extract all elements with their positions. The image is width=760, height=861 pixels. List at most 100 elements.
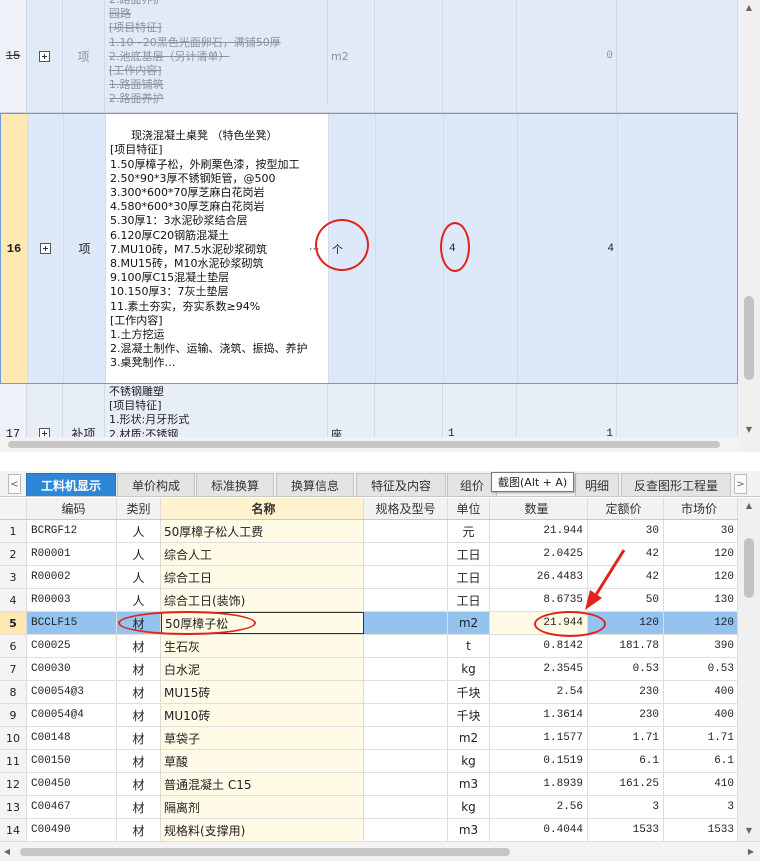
material-market-price[interactable]: 400	[664, 681, 738, 703]
material-quota-price[interactable]: 30	[588, 520, 664, 542]
item-unit[interactable]: m2	[328, 0, 375, 112]
header-code[interactable]: 编码	[27, 498, 117, 519]
plus-box-icon[interactable]	[39, 50, 50, 62]
material-name[interactable]: 规格料(支撑用)	[161, 819, 364, 841]
material-market-price[interactable]: 120	[664, 612, 738, 634]
plus-box-icon[interactable]	[40, 243, 51, 254]
table-row[interactable]: 14 C00490 材规格料(支撑用) m3 0.4044 1533 1533	[0, 819, 738, 841]
material-market-price[interactable]: 0.53	[664, 658, 738, 680]
tab-features-content[interactable]: 特征及内容	[356, 473, 446, 496]
material-code[interactable]: C00490	[27, 819, 117, 841]
material-name[interactable]: 综合人工	[161, 543, 364, 565]
expand-icon[interactable]	[28, 114, 64, 383]
material-code[interactable]: C00150	[27, 750, 117, 772]
scroll-down-icon[interactable]: ▼	[738, 826, 760, 835]
material-spec[interactable]	[364, 543, 448, 565]
blank-cell[interactable]	[618, 114, 738, 383]
material-market-price[interactable]: 3	[664, 796, 738, 818]
material-unit[interactable]: m3	[448, 773, 490, 795]
material-quantity[interactable]: 2.0425	[490, 543, 588, 565]
material-quota-price[interactable]: 1.71	[588, 727, 664, 749]
table-row[interactable]: 12 C00450 材普通混凝土 C15 m3 1.8939 161.25 410	[0, 773, 738, 796]
scroll-right-icon[interactable]: ▶	[744, 847, 758, 856]
material-quantity[interactable]: 2.3545	[490, 658, 588, 680]
material-unit[interactable]: 工日	[448, 589, 490, 611]
tab-standard-conversion[interactable]: 标准换算	[196, 473, 274, 496]
material-unit[interactable]: 元	[448, 520, 490, 542]
material-name[interactable]: MU10砖	[161, 704, 364, 726]
material-quota-price[interactable]: 50	[588, 589, 664, 611]
scroll-down-icon[interactable]: ▼	[738, 425, 760, 434]
material-spec[interactable]	[364, 658, 448, 680]
tab-conversion-info[interactable]: 换算信息	[276, 473, 354, 496]
material-category[interactable]: 材	[117, 612, 161, 634]
material-quantity[interactable]: 0.1519	[490, 750, 588, 772]
material-quota-price[interactable]: 6.1	[588, 750, 664, 772]
material-market-price[interactable]: 130	[664, 589, 738, 611]
material-quota-price[interactable]: 42	[588, 543, 664, 565]
scroll-up-icon[interactable]: ▲	[738, 3, 760, 12]
material-quota-price[interactable]: 42	[588, 566, 664, 588]
material-code[interactable]: C00054@4	[27, 704, 117, 726]
material-quantity[interactable]: 21.944	[490, 612, 588, 634]
material-unit[interactable]: 千块	[448, 704, 490, 726]
material-code[interactable]: C00030	[27, 658, 117, 680]
material-unit[interactable]: 工日	[448, 566, 490, 588]
material-category[interactable]: 人	[117, 520, 161, 542]
material-name[interactable]: 50厚樟子松	[161, 612, 364, 634]
material-spec[interactable]	[364, 635, 448, 657]
material-category[interactable]: 材	[117, 704, 161, 726]
scroll-left-icon[interactable]: ◀	[0, 847, 14, 856]
item-unit[interactable]: 个	[329, 114, 376, 383]
tab-labor-material-machine[interactable]: 工料机显示	[26, 473, 116, 496]
material-spec[interactable]	[364, 520, 448, 542]
tab-pricing[interactable]: 组价	[447, 473, 497, 496]
material-market-price[interactable]: 390	[664, 635, 738, 657]
material-code[interactable]: C00025	[27, 635, 117, 657]
material-spec[interactable]	[364, 773, 448, 795]
scroll-up-icon[interactable]: ▲	[738, 501, 760, 510]
table-row[interactable]: 13 C00467 材隔离剂 kg 2.56 3 3	[0, 796, 738, 819]
material-category[interactable]: 材	[117, 727, 161, 749]
material-unit[interactable]: kg	[448, 658, 490, 680]
header-quantity[interactable]: 数量	[490, 498, 588, 519]
material-name[interactable]: 普通混凝土 C15	[161, 773, 364, 795]
item-quantity-expression[interactable]: 4	[444, 114, 518, 383]
header-unit[interactable]: 单位	[448, 498, 490, 519]
material-category[interactable]: 材	[117, 635, 161, 657]
tab-unit-price-composition[interactable]: 单价构成	[117, 473, 195, 496]
material-spec[interactable]	[364, 589, 448, 611]
material-category[interactable]: 材	[117, 750, 161, 772]
material-name[interactable]: 草袋子	[161, 727, 364, 749]
material-spec[interactable]	[364, 727, 448, 749]
material-unit[interactable]: m3	[448, 819, 490, 841]
ellipsis-button[interactable]: ···	[309, 242, 320, 255]
material-name[interactable]: 草酸	[161, 750, 364, 772]
material-name[interactable]: MU15砖	[161, 681, 364, 703]
table-row[interactable]: 8 C00054@3 材 MU15砖 千块 2.54 230 400	[0, 681, 738, 704]
bill-row-15[interactable]: 15 项 2.路面养护 园路 [项目特征] 1.10~20黑色光面卵石，满铺50…	[0, 0, 738, 113]
material-quota-price[interactable]: 3	[588, 796, 664, 818]
material-quantity[interactable]: 2.56	[490, 796, 588, 818]
scrollbar-thumb[interactable]	[744, 538, 754, 598]
material-code[interactable]: BCCLF15	[27, 612, 117, 634]
material-code[interactable]: R00003	[27, 589, 117, 611]
material-spec[interactable]	[364, 704, 448, 726]
scrollbar-thumb[interactable]	[8, 441, 720, 448]
material-name[interactable]: 50厚樟子松人工费	[161, 520, 364, 542]
table-row[interactable]: 2 R00001 人综合人工 工日 2.0425 42 120	[0, 543, 738, 566]
material-category[interactable]: 人	[117, 589, 161, 611]
table-row[interactable]: 10 C00148 材草袋子 m2 1.1577 1.71 1.71	[0, 727, 738, 750]
table-row[interactable]: 9 C00054@4 材 MU10砖 千块 1.3614 230 400	[0, 704, 738, 727]
material-market-price[interactable]: 30	[664, 520, 738, 542]
material-code[interactable]: R00001	[27, 543, 117, 565]
item-description[interactable]: 现浇混凝土桌凳 （特色坐凳） [项目特征] 1.50厚樟子松，外刷栗色漆，按型加…	[106, 114, 329, 383]
material-quota-price[interactable]: 1533	[588, 819, 664, 841]
material-name[interactable]: 综合工日	[161, 566, 364, 588]
material-market-price[interactable]: 120	[664, 566, 738, 588]
material-category[interactable]: 材	[117, 796, 161, 818]
header-name[interactable]: 名称	[161, 498, 364, 519]
material-quota-price[interactable]: 181.78	[588, 635, 664, 657]
material-spec[interactable]	[364, 819, 448, 841]
horizontal-scrollbar[interactable]	[0, 437, 738, 452]
